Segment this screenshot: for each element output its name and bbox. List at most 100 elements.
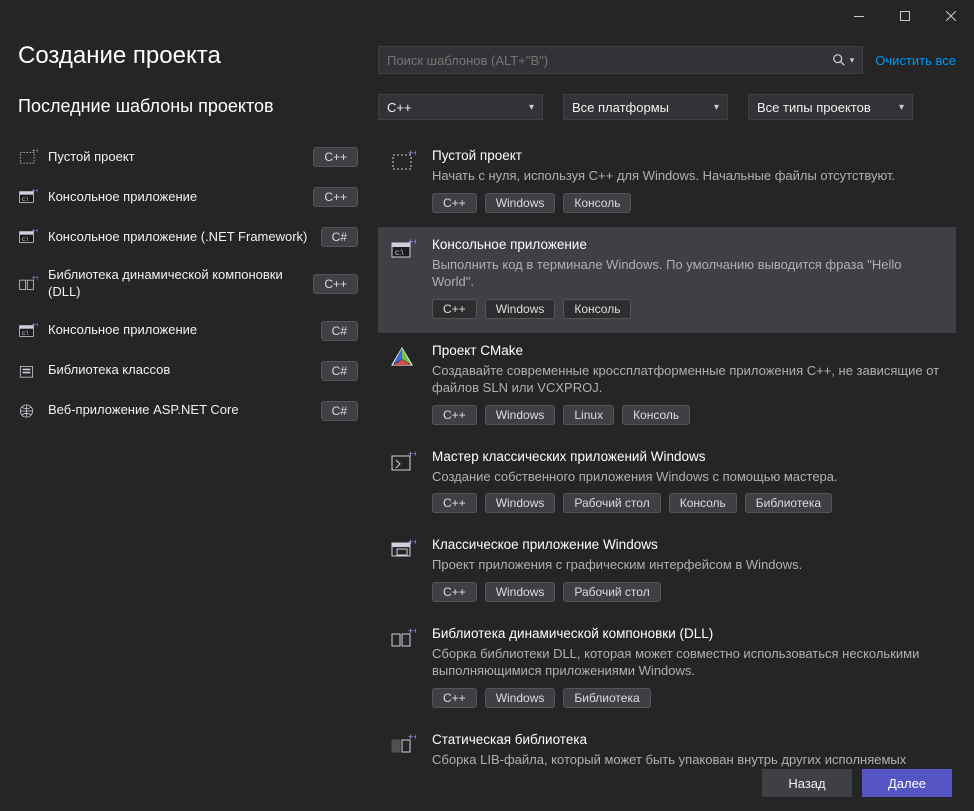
template-title: Библиотека динамической компоновки (DLL) [432, 626, 944, 641]
language-badge: C# [321, 401, 358, 421]
template-description: Проект приложения с графическим интерфей… [432, 556, 944, 574]
maximize-button[interactable] [882, 0, 928, 32]
template-tag: Windows [485, 688, 556, 708]
recent-item-label: Веб-приложение ASP.NET Core [48, 402, 311, 419]
recent-templates-list: ++ Пустой проект C++ c:\++ Консольное пр… [18, 137, 358, 431]
template-tag: Windows [485, 299, 556, 319]
template-description: Начать с нуля, используя C++ для Windows… [432, 167, 944, 185]
chevron-down-icon: ▾ [899, 102, 904, 113]
recent-item-label: Библиотека классов [48, 362, 311, 379]
svg-text:++: ++ [408, 451, 416, 459]
template-tag: Консоль [563, 299, 631, 319]
template-description: Создавайте современные кроссплатформенны… [432, 362, 944, 397]
template-tag: Библиотека [563, 688, 650, 708]
next-button[interactable]: Далее [862, 769, 952, 797]
template-item[interactable]: ++ Классическое приложение Windows Проек… [378, 527, 956, 616]
template-tag: C++ [432, 193, 477, 213]
chevron-down-icon: ▾ [714, 102, 719, 113]
template-item[interactable]: ++ Пустой проект Начать с нуля, использу… [378, 138, 956, 227]
template-title: Статическая библиотека [432, 732, 944, 747]
svg-text:++: ++ [408, 539, 416, 547]
classlib-icon [18, 362, 38, 380]
back-button[interactable]: Назад [762, 769, 852, 797]
filter-language-dropdown[interactable]: C++ ▾ [378, 94, 543, 120]
template-tag: Windows [485, 405, 556, 425]
close-button[interactable] [928, 0, 974, 32]
svg-text:++: ++ [32, 228, 38, 235]
recent-item-label: Пустой проект [48, 149, 303, 166]
template-item[interactable]: ++ Мастер классических приложений Window… [378, 439, 956, 528]
search-input[interactable] [387, 53, 832, 68]
dropdown-chevron-icon[interactable]: ▾ [850, 55, 855, 66]
template-title: Проект CMake [432, 343, 944, 358]
template-tag: Windows [485, 493, 556, 513]
recent-item-label: Консольное приложение [48, 189, 303, 206]
web-icon [18, 402, 38, 420]
template-description: Создание собственного приложения Windows… [432, 468, 944, 486]
recent-template-item[interactable]: Библиотека классов C# [18, 351, 358, 391]
recent-item-label: Консольное приложение (.NET Framework) [48, 229, 311, 246]
template-tag: C++ [432, 688, 477, 708]
svg-text:++: ++ [32, 322, 38, 329]
empty-project-icon: ++ [18, 148, 38, 166]
search-icon[interactable] [832, 53, 846, 67]
svg-text:c:\: c:\ [22, 196, 29, 203]
template-description: Выполнить код в терминале Windows. По ум… [432, 256, 944, 291]
recent-template-item[interactable]: Веб-приложение ASP.NET Core C# [18, 391, 358, 431]
svg-text:c:\: c:\ [22, 330, 29, 337]
svg-text:++: ++ [408, 628, 416, 636]
template-item[interactable]: ++ Библиотека динамической компоновки (D… [378, 616, 956, 722]
recent-item-label: Консольное приложение [48, 322, 311, 339]
recent-template-item[interactable]: c:\++ Консольное приложение C# [18, 311, 358, 351]
wizard-icon: ++ [390, 451, 418, 477]
console-icon: c:\++ [18, 188, 38, 206]
template-item[interactable]: c:\++ Консольное приложение Выполнить ко… [378, 227, 956, 333]
recent-heading: Последние шаблоны проектов [18, 96, 358, 117]
titlebar [0, 0, 974, 32]
chevron-down-icon: ▾ [529, 102, 534, 113]
template-title: Мастер классических приложений Windows [432, 449, 944, 464]
language-badge: C++ [313, 147, 358, 167]
filter-language-value: C++ [387, 100, 412, 115]
filter-platform-value: Все платформы [572, 100, 669, 115]
minimize-button[interactable] [836, 0, 882, 32]
desktop-app-icon: ++ [390, 539, 418, 565]
cmake-icon [390, 345, 418, 371]
recent-template-item[interactable]: ++ Пустой проект C++ [18, 137, 358, 177]
template-tag: Консоль [622, 405, 690, 425]
svg-text:++: ++ [408, 734, 416, 742]
console-icon: c:\++ [18, 322, 38, 340]
svg-text:++: ++ [408, 239, 416, 247]
search-box[interactable]: ▾ [378, 46, 863, 74]
svg-text:++: ++ [32, 275, 38, 282]
filter-project-type-dropdown[interactable]: Все типы проектов ▾ [748, 94, 913, 120]
template-tag: Рабочий стол [563, 493, 660, 513]
template-item[interactable]: Проект CMake Создавайте современные крос… [378, 333, 956, 439]
recent-template-item[interactable]: c:\++ Консольное приложение C++ [18, 177, 358, 217]
template-tag: C++ [432, 493, 477, 513]
template-title: Классическое приложение Windows [432, 537, 944, 552]
recent-item-label: Библиотека динамической компоновки (DLL) [48, 267, 303, 301]
svg-text:++: ++ [408, 150, 416, 158]
template-tag: Консоль [669, 493, 737, 513]
recent-template-item[interactable]: ++ Библиотека динамической компоновки (D… [18, 257, 358, 311]
dll-icon: ++ [18, 275, 38, 293]
page-title: Создание проекта [18, 42, 358, 70]
template-tag: C++ [432, 299, 477, 319]
template-tag: Windows [485, 582, 556, 602]
template-tag: Linux [563, 405, 614, 425]
language-badge: C# [321, 321, 358, 341]
recent-template-item[interactable]: c:\++ Консольное приложение (.NET Framew… [18, 217, 358, 257]
filter-platform-dropdown[interactable]: Все платформы ▾ [563, 94, 728, 120]
template-title: Консольное приложение [432, 237, 944, 252]
filter-project-type-value: Все типы проектов [757, 100, 871, 115]
clear-all-link[interactable]: Очистить все [875, 53, 956, 68]
svg-text:c:\: c:\ [22, 236, 29, 243]
svg-text:++: ++ [32, 148, 38, 155]
template-tag: Windows [485, 193, 556, 213]
template-tag: C++ [432, 405, 477, 425]
template-tag: Библиотека [745, 493, 832, 513]
dll-icon: ++ [390, 628, 418, 654]
template-tag: Рабочий стол [563, 582, 660, 602]
language-badge: C++ [313, 187, 358, 207]
